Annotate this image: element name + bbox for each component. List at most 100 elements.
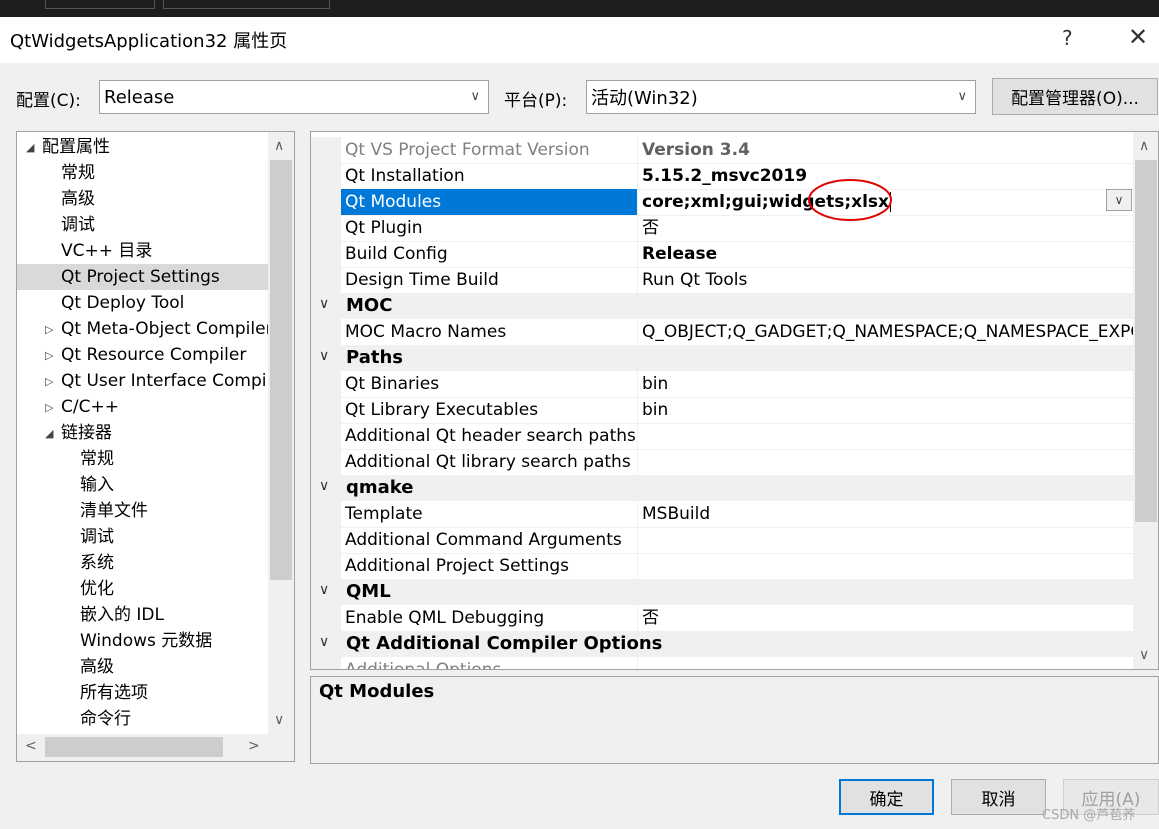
property-name[interactable]: Enable QML Debugging	[341, 605, 638, 631]
property-row[interactable]: Qt Installation 5.15.2_msvc2019	[311, 163, 1133, 190]
tree-item[interactable]: 调试	[17, 212, 268, 238]
property-row[interactable]: Template MSBuild	[311, 501, 1133, 528]
property-row[interactable]: Qt Binaries bin	[311, 371, 1133, 398]
property-row[interactable]: Additional Project Settings	[311, 553, 1133, 580]
chevron-down-icon[interactable]: ∨	[319, 296, 329, 312]
property-row[interactable]: Qt Modules core;xml;gui;widgets;xlsx	[311, 189, 1133, 216]
tree-item[interactable]: 系统	[17, 550, 268, 576]
tree-item[interactable]: Qt Deploy Tool	[17, 290, 268, 316]
property-name[interactable]: Qt Binaries	[341, 371, 638, 397]
expand-arrow-icon[interactable]: ▷	[45, 343, 53, 369]
property-row[interactable]: MOC Macro Names Q_OBJECT;Q_GADGET;Q_NAMES…	[311, 319, 1136, 346]
property-value[interactable]	[639, 449, 1136, 475]
chevron-down-icon[interactable]: ∨	[319, 634, 329, 650]
tree-item[interactable]: ◢ 配置属性	[17, 134, 268, 160]
property-name[interactable]: Design Time Build	[341, 267, 638, 293]
property-row[interactable]: Additional Options	[311, 657, 1136, 669]
category-header[interactable]: ∨ Paths	[311, 345, 1133, 371]
property-name[interactable]: Additional Qt library search paths	[341, 449, 638, 475]
config-combo[interactable]: Release ∨	[99, 80, 489, 114]
property-name[interactable]: Qt Installation	[341, 163, 638, 189]
property-value[interactable]: bin	[639, 371, 1136, 397]
property-row[interactable]: Qt Plugin 否	[311, 215, 1133, 242]
platform-combo[interactable]: 活动(Win32) ∨	[586, 80, 976, 114]
category-header[interactable]: ∨ MOC	[311, 293, 1133, 319]
chevron-down-icon[interactable]: ∨	[319, 348, 329, 364]
collapse-arrow-icon[interactable]: ◢	[45, 421, 53, 447]
scroll-down-icon[interactable]: ∨	[274, 712, 284, 728]
property-value[interactable]: MSBuild	[639, 501, 1136, 527]
tree-item[interactable]: 优化	[17, 576, 268, 602]
help-button[interactable]: ?	[1062, 26, 1073, 50]
property-row[interactable]: Additional Qt library search paths	[311, 449, 1133, 476]
property-value[interactable]	[639, 423, 1136, 449]
property-row[interactable]: Qt Library Executables bin	[311, 397, 1133, 424]
configuration-manager-button[interactable]: 配置管理器(O)...	[992, 78, 1158, 115]
property-value[interactable]	[639, 657, 1136, 669]
collapse-arrow-icon[interactable]: ◢	[26, 135, 34, 161]
category-header[interactable]: ∨ Qt Additional Compiler Options	[311, 631, 1133, 657]
tree-vertical-scroll-thumb[interactable]	[270, 160, 292, 580]
chevron-down-icon[interactable]: ∨	[319, 478, 329, 494]
tree-item[interactable]: ▷ C/C++	[17, 394, 268, 420]
property-value[interactable]	[639, 553, 1136, 579]
tree-item[interactable]: 输入	[17, 472, 268, 498]
tree-item[interactable]: Qt Project Settings	[17, 264, 268, 290]
property-name[interactable]: Qt Plugin	[341, 215, 638, 241]
property-name[interactable]: Template	[341, 501, 638, 527]
property-name[interactable]: MOC Macro Names	[341, 319, 638, 345]
property-value[interactable]: Version 3.4	[639, 137, 1136, 163]
value-dropdown-button[interactable]: ∨	[1106, 189, 1132, 211]
property-name[interactable]: Additional Command Arguments	[341, 527, 638, 553]
scroll-right-icon[interactable]: >	[248, 738, 260, 754]
tree-item[interactable]: 调试	[17, 524, 268, 550]
property-name[interactable]: Additional Qt header search paths	[341, 423, 638, 449]
category-header[interactable]: ∨ QML	[311, 579, 1133, 605]
property-value[interactable]: bin	[639, 397, 1136, 423]
ok-button[interactable]: 确定	[839, 779, 934, 815]
scroll-down-icon[interactable]: ∨	[1139, 647, 1149, 663]
property-value[interactable]	[639, 527, 1136, 553]
tree-item[interactable]: 高级	[17, 654, 268, 680]
property-row[interactable]: Build Config Release	[311, 241, 1133, 268]
tree-item[interactable]: ▷ Qt Resource Compiler	[17, 342, 268, 368]
property-row[interactable]: Additional Command Arguments	[311, 527, 1133, 554]
grid-vertical-scroll-thumb[interactable]	[1135, 160, 1157, 522]
property-name[interactable]: Build Config	[341, 241, 638, 267]
tree-item[interactable]: 嵌入的 IDL	[17, 602, 268, 628]
property-row[interactable]: Additional Qt header search paths	[311, 423, 1133, 450]
tree-item[interactable]: Windows 元数据	[17, 628, 268, 654]
tree-item[interactable]: ▷ Qt Meta-Object Compiler	[17, 316, 273, 343]
scroll-left-icon[interactable]: <	[25, 738, 37, 754]
cancel-button[interactable]: 取消	[951, 779, 1046, 815]
tree-item[interactable]: 所有选项	[17, 680, 268, 706]
tree-item[interactable]: ◢ 链接器	[17, 420, 268, 446]
expand-arrow-icon[interactable]: ▷	[45, 317, 53, 343]
property-row[interactable]: Enable QML Debugging 否	[311, 605, 1133, 632]
chevron-down-icon[interactable]: ∨	[319, 582, 329, 598]
property-name[interactable]: Qt Modules	[341, 189, 638, 215]
property-value[interactable]: 否	[639, 605, 1136, 631]
tree-item[interactable]: 命令行	[17, 706, 268, 732]
property-value[interactable]: Q_OBJECT;Q_GADGET;Q_NAMESPACE;Q_NAMESPAC…	[639, 319, 1136, 345]
property-name[interactable]: Qt VS Project Format Version	[341, 137, 638, 163]
property-name[interactable]: Additional Project Settings	[341, 553, 638, 579]
expand-arrow-icon[interactable]: ▷	[45, 369, 53, 395]
expand-arrow-icon[interactable]: ▷	[45, 395, 53, 421]
tree-item[interactable]: 清单文件	[17, 498, 268, 524]
category-header[interactable]: ∨ qmake	[311, 475, 1133, 501]
tree-horizontal-scroll-thumb[interactable]	[45, 737, 223, 757]
tree-item[interactable]: ▷ Qt User Interface Compiler	[17, 368, 289, 395]
tree-item[interactable]: 常规	[17, 160, 268, 186]
tree-item[interactable]: 常规	[17, 446, 268, 472]
tree-item[interactable]: 高级	[17, 186, 268, 212]
scroll-up-icon[interactable]: ∧	[274, 138, 284, 154]
property-value[interactable]: Release	[639, 241, 1136, 267]
property-name[interactable]: Additional Options	[341, 657, 638, 669]
scroll-up-icon[interactable]: ∧	[1139, 138, 1149, 154]
property-row[interactable]: Design Time Build Run Qt Tools	[311, 267, 1133, 294]
close-icon[interactable]: ✕	[1128, 23, 1148, 51]
property-value[interactable]: Run Qt Tools	[639, 267, 1136, 293]
property-name[interactable]: Qt Library Executables	[341, 397, 638, 423]
property-row[interactable]: Qt VS Project Format Version Version 3.4	[311, 137, 1133, 164]
